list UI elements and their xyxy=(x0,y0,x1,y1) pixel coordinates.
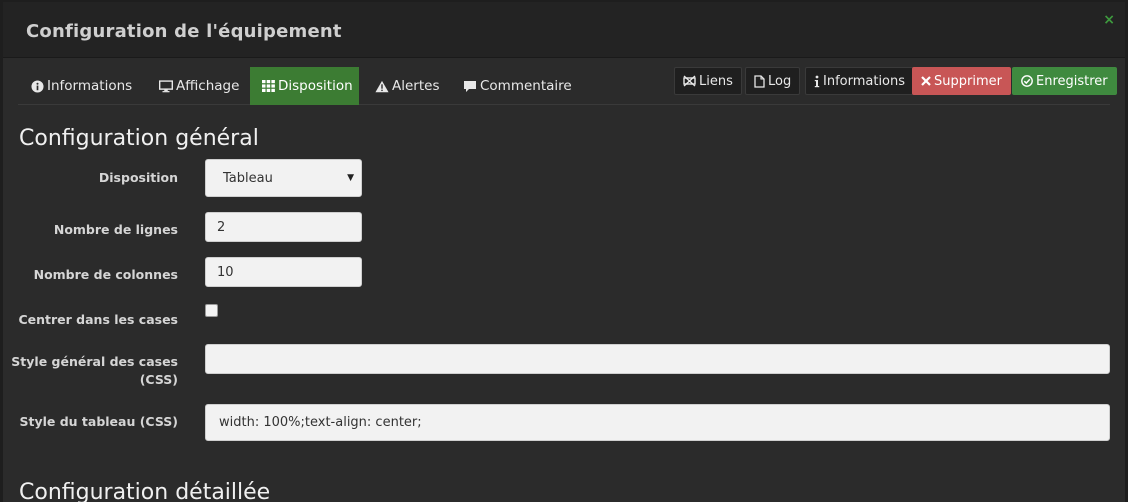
disposition-label: Disposition xyxy=(98,170,178,185)
cell-style-input[interactable] xyxy=(205,344,1110,374)
enregistrer-button[interactable]: Enregistrer xyxy=(1012,67,1117,95)
tab-label: Informations xyxy=(47,78,133,94)
tab-label: Commentaire xyxy=(480,78,572,94)
button-label: Liens xyxy=(699,73,733,89)
tab-commentaire[interactable]: Commentaire xyxy=(451,67,584,105)
table-style-input[interactable]: width: 100%;text-align: center; xyxy=(205,404,1110,441)
cell-style-label-line2: (CSS) xyxy=(139,372,178,387)
lines-label: Nombre de lignes xyxy=(53,222,178,237)
close-icon[interactable]: × xyxy=(1103,12,1115,28)
center-checkbox[interactable] xyxy=(205,304,218,317)
columns-input[interactable]: 10 xyxy=(205,257,362,287)
info-circle-icon xyxy=(30,79,44,93)
columns-label: Nombre de colonnes xyxy=(33,267,178,282)
columns-value: 10 xyxy=(217,264,234,280)
times-icon xyxy=(921,76,931,86)
grid-icon xyxy=(262,79,275,93)
button-label: Supprimer xyxy=(934,73,1002,89)
modal-title: Configuration de l'équipement xyxy=(26,21,342,42)
cell-style-label: Style général des cases (CSS) xyxy=(3,353,178,389)
tab-alertes[interactable]: Alertes xyxy=(363,67,451,105)
table-style-value: width: 100%;text-align: center; xyxy=(219,415,422,430)
button-label: Enregistrer xyxy=(1036,73,1108,89)
modal-header: Configuration de l'équipement × xyxy=(3,2,1125,58)
comment-icon xyxy=(463,79,477,93)
equipment-config-modal: Configuration de l'équipement × Informat… xyxy=(3,2,1125,502)
disposition-value: Tableau xyxy=(223,170,273,186)
file-icon xyxy=(754,74,765,88)
table-style-label: Style du tableau (CSS) xyxy=(19,414,178,429)
liens-button[interactable]: Liens xyxy=(674,67,742,95)
tab-disposition[interactable]: Disposition xyxy=(250,67,359,105)
informations-button[interactable]: Informations xyxy=(805,67,915,95)
cell-style-label-line1: Style général des cases xyxy=(11,354,178,369)
check-circle-icon xyxy=(1021,75,1033,87)
lines-input[interactable]: 2 xyxy=(205,212,362,242)
button-label: Log xyxy=(768,73,792,89)
warning-icon xyxy=(375,79,389,93)
tab-label: Alertes xyxy=(392,78,440,94)
lines-value: 2 xyxy=(217,219,226,235)
tab-label: Disposition xyxy=(278,78,353,94)
section-title-general: Configuration général xyxy=(19,126,259,151)
log-button[interactable]: Log xyxy=(745,67,801,95)
desktop-icon xyxy=(159,79,173,93)
center-label: Centrer dans les cases xyxy=(18,312,178,327)
section-title-detailed: Configuration détaillée xyxy=(19,480,271,502)
tab-affichage[interactable]: Affichage xyxy=(147,67,251,105)
supprimer-button[interactable]: Supprimer xyxy=(912,67,1011,95)
info-icon xyxy=(814,75,820,88)
disposition-select[interactable]: Tableau ▼ xyxy=(205,159,362,197)
link-icon xyxy=(683,75,696,87)
tab-informations[interactable]: Informations xyxy=(18,67,144,105)
tab-label: Affichage xyxy=(176,78,240,94)
button-label: Informations xyxy=(823,73,906,89)
caret-down-icon: ▼ xyxy=(347,173,354,183)
